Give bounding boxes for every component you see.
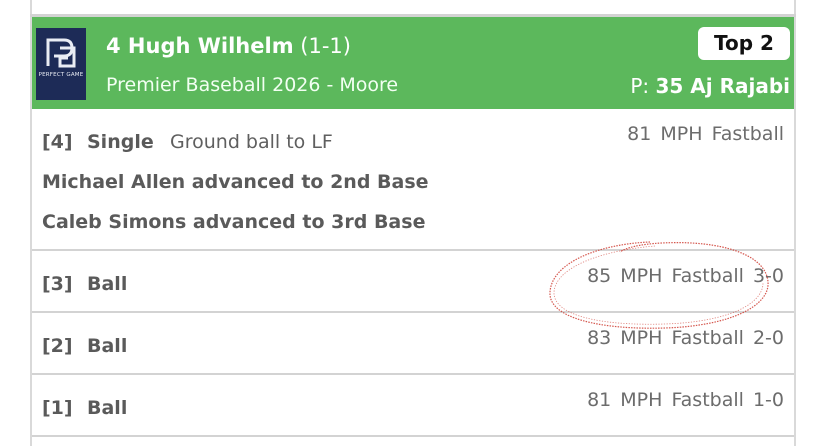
team-name: Premier Baseball 2026 - Moore <box>106 74 399 96</box>
pitch-type: Fastball <box>711 123 784 145</box>
pitch-number: [1] <box>42 397 73 419</box>
pitch-number: [4] <box>42 131 73 153</box>
pitch-speed: 85 MPH <box>587 265 663 287</box>
batter-name[interactable]: 4 Hugh Wilhelm <box>106 34 294 58</box>
pitch-row[interactable]: [4] Single Ground ball to LF 81 MPH Fast… <box>32 109 794 251</box>
pitcher-prefix: P: <box>630 74 650 98</box>
batter-line: 4 Hugh Wilhelm (1-1) <box>106 34 351 58</box>
pitch-type: Fastball <box>671 327 744 349</box>
pitch-speed: 81 MPH <box>627 123 703 145</box>
runner-advance-text: Caleb Simons advanced to 3rd Base <box>42 211 426 233</box>
at-bat-header[interactable]: PERFECT GAME 4 Hugh Wilhelm (1-1) Premie… <box>32 17 794 109</box>
pitch-number: [2] <box>42 335 73 357</box>
pitch-count: 1-0 <box>752 389 784 411</box>
pitch-result: Single <box>87 131 154 153</box>
pitch-speed: 81 MPH <box>587 389 663 411</box>
inning-badge: Top 2 <box>698 27 790 60</box>
pitch-type: Fastball <box>671 265 744 287</box>
pitch-result: Ball <box>87 335 128 357</box>
pitch-info: 83 MPH Fastball 2-0 <box>587 327 784 349</box>
pitch-row[interactable]: [3] Ball 85 MPH Fastball 3-0 <box>32 251 794 313</box>
pitch-info: 81 MPH Fastball <box>627 123 784 145</box>
pitch-type: Fastball <box>671 389 744 411</box>
pitch-count: 2-0 <box>752 327 784 349</box>
pitch-row[interactable]: [2] Ball 83 MPH Fastball 2-0 <box>32 313 794 375</box>
pitch-info: 81 MPH Fastball 1-0 <box>587 389 784 411</box>
logo-text: PERFECT GAME <box>38 72 84 78</box>
pitch-result: Ball <box>87 397 128 419</box>
pitch-description: Ground ball to LF <box>170 131 333 153</box>
perfect-game-logo-icon: PERFECT GAME <box>36 28 86 100</box>
pitch-speed: 83 MPH <box>587 327 663 349</box>
runner-advance-text: Michael Allen advanced to 2nd Base <box>42 171 429 193</box>
pitch-row[interactable]: [1] Ball 81 MPH Fastball 1-0 <box>32 375 794 437</box>
pitch-result: Ball <box>87 273 128 295</box>
pitch-info: 85 MPH Fastball 3-0 <box>587 265 784 287</box>
pitch-number: [3] <box>42 273 73 295</box>
batter-record: (1-1) <box>300 34 351 58</box>
pitch-count: 3-0 <box>752 265 784 287</box>
pitcher-name[interactable]: 35 Aj Rajabi <box>655 74 790 98</box>
pitcher-line: P: 35 Aj Rajabi <box>630 74 790 98</box>
